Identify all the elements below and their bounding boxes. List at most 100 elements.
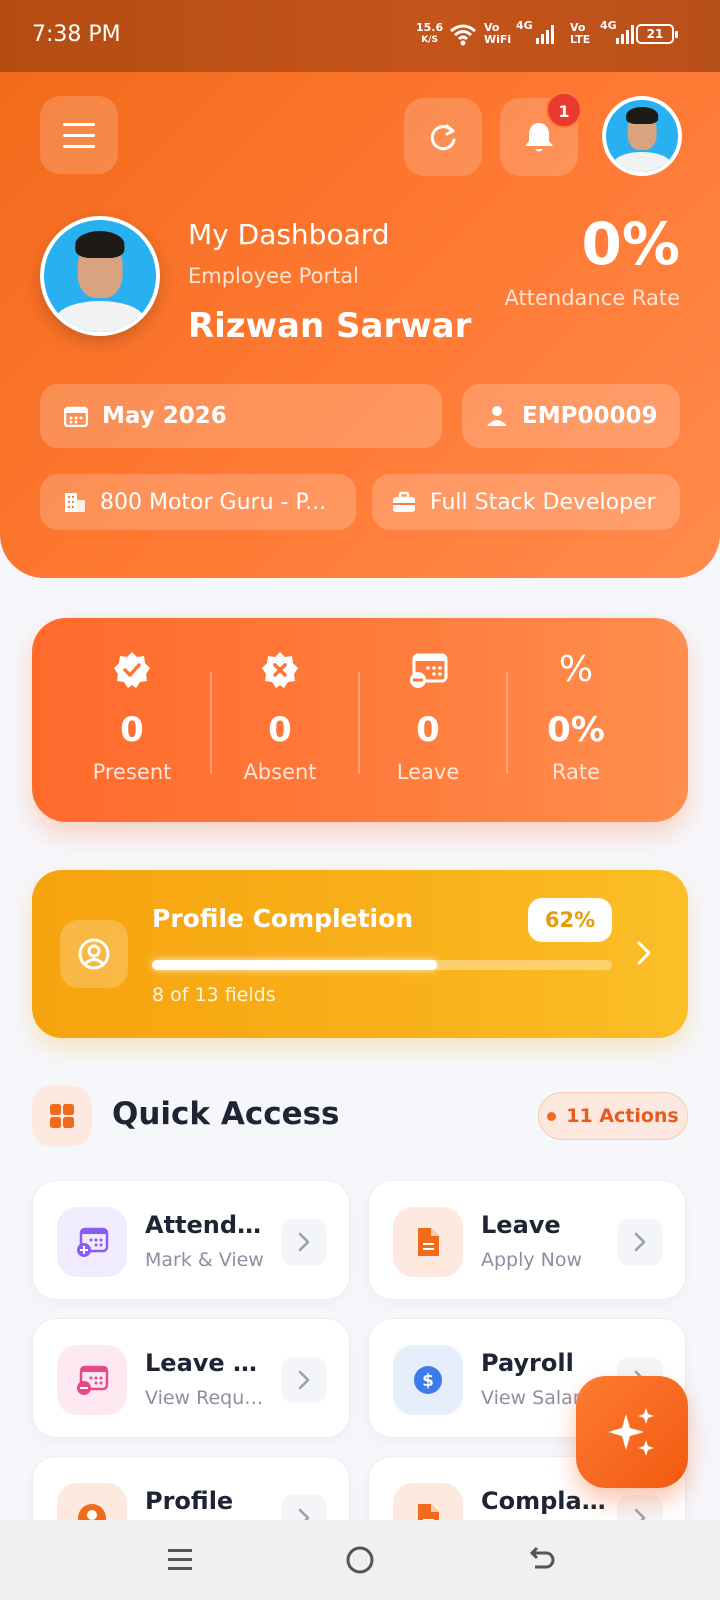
percent-icon: % bbox=[558, 649, 594, 690]
chevron-right-icon bbox=[281, 1219, 327, 1265]
stat-absent: 0 Absent bbox=[206, 618, 354, 822]
profile-progress-fill bbox=[152, 960, 438, 970]
designation-pill: Full Stack Developer bbox=[372, 474, 680, 530]
signal-icon bbox=[616, 24, 634, 44]
profile-fields-count: 8 of 13 fields bbox=[152, 984, 276, 1006]
net-speed: 15.6 K/S bbox=[416, 21, 444, 46]
status-bar: 7:38 PM 15.6 K/S Vo WiFi 4G Vo LTE 4G 21 bbox=[0, 0, 720, 72]
ai-assistant-button[interactable] bbox=[576, 1376, 688, 1488]
dollar-icon: $ bbox=[393, 1345, 463, 1415]
tile-subtitle: Mark & View bbox=[145, 1249, 264, 1271]
system-nav-bar bbox=[0, 1520, 720, 1600]
tile-subtitle: View Reque... bbox=[145, 1387, 271, 1409]
profile-completion-card[interactable]: Profile Completion 62% 8 of 13 fields bbox=[32, 870, 688, 1038]
grid-icon bbox=[32, 1086, 92, 1146]
profile-completion-percent: 62% bbox=[528, 898, 612, 942]
battery-icon: 21 bbox=[636, 24, 678, 44]
profile-avatar-button[interactable] bbox=[602, 96, 682, 176]
calendar-minus-icon bbox=[410, 653, 448, 688]
briefcase-icon bbox=[392, 491, 416, 513]
chevron-right-icon bbox=[637, 941, 651, 965]
recent-apps-button[interactable] bbox=[160, 1540, 200, 1580]
tile-attendance[interactable]: Attenda... Mark & View bbox=[32, 1180, 350, 1300]
rate-label: Rate bbox=[551, 760, 601, 784]
chevron-right-icon bbox=[281, 1357, 327, 1403]
employee-id-pill: EMP00009 bbox=[462, 384, 680, 448]
rate-value: 0% bbox=[547, 710, 605, 750]
leave-count: 0 bbox=[416, 710, 440, 750]
tile-title: Complai... bbox=[481, 1487, 607, 1515]
calendar-icon bbox=[64, 405, 88, 427]
month-selector[interactable]: May 2026 bbox=[40, 384, 442, 448]
calendar-minus-icon bbox=[57, 1345, 127, 1415]
company-name: 800 Motor Guru - P... bbox=[100, 489, 327, 515]
recent-apps-icon bbox=[168, 1549, 192, 1570]
attendance-stats-card: 0 Present 0 Absent 0 Leave % 0% Rate bbox=[32, 618, 688, 822]
hamburger-icon-line bbox=[63, 144, 95, 148]
dashboard-subtitle: Employee Portal bbox=[188, 264, 360, 288]
absent-label: Absent bbox=[243, 760, 317, 784]
tile-title: Leave bbox=[481, 1211, 561, 1239]
employee-photo bbox=[40, 216, 160, 336]
notification-count-badge: 1 bbox=[546, 92, 582, 128]
employee-name: Rizwan Sarwar bbox=[188, 306, 472, 346]
home-button[interactable] bbox=[340, 1540, 380, 1580]
user-icon bbox=[486, 405, 508, 427]
attendance-rate-label: Attendance Rate bbox=[504, 286, 681, 310]
refresh-icon bbox=[430, 124, 456, 151]
employee-id: EMP00009 bbox=[522, 403, 658, 429]
quick-access-title: Quick Access bbox=[112, 1096, 340, 1132]
tile-title: Profile bbox=[145, 1487, 234, 1515]
actions-count-label: 11 Actions bbox=[566, 1105, 679, 1127]
dot-icon bbox=[547, 1111, 557, 1121]
attendance-rate-value: 0% bbox=[581, 210, 680, 278]
hamburger-icon bbox=[63, 122, 95, 126]
sparkles-icon bbox=[608, 1408, 654, 1456]
signal-icon bbox=[536, 24, 554, 44]
volte-label: Vo LTE bbox=[570, 21, 591, 46]
designation: Full Stack Developer bbox=[430, 489, 656, 515]
document-icon bbox=[393, 1207, 463, 1277]
bell-icon bbox=[525, 123, 553, 152]
check-badge-icon bbox=[114, 652, 150, 688]
dashboard-title: My Dashboard bbox=[188, 218, 390, 251]
tile-title: Payroll bbox=[481, 1349, 574, 1377]
home-circle-icon bbox=[346, 1546, 374, 1574]
present-label: Present bbox=[92, 760, 172, 784]
status-time: 7:38 PM bbox=[32, 22, 121, 47]
user-circle-icon bbox=[60, 920, 128, 988]
avatar-shirt bbox=[55, 300, 145, 332]
tile-title: Leave Hi... bbox=[145, 1349, 271, 1377]
stat-rate: % 0% Rate bbox=[502, 618, 650, 822]
profile-progress-bar bbox=[152, 960, 612, 970]
hamburger-icon-line bbox=[63, 133, 95, 137]
wifi-icon bbox=[450, 24, 476, 46]
stat-present: 0 Present bbox=[58, 618, 206, 822]
month-label: May 2026 bbox=[102, 403, 227, 429]
sim1-network: 4G bbox=[516, 19, 533, 32]
vowifi-label: Vo WiFi bbox=[484, 21, 512, 46]
x-badge-icon bbox=[262, 652, 298, 688]
leave-label: Leave bbox=[396, 760, 460, 784]
building-icon bbox=[64, 491, 86, 513]
stat-leave: 0 Leave bbox=[354, 618, 502, 822]
menu-button[interactable] bbox=[40, 96, 118, 174]
svg-text:$: $ bbox=[422, 1371, 434, 1391]
calendar-plus-icon bbox=[57, 1207, 127, 1277]
avatar-hair bbox=[626, 107, 658, 125]
tile-title: Attenda... bbox=[145, 1211, 271, 1239]
refresh-button[interactable] bbox=[404, 98, 482, 176]
back-icon bbox=[529, 1546, 555, 1569]
present-count: 0 bbox=[120, 710, 144, 750]
tile-leave[interactable]: Leave Apply Now bbox=[368, 1180, 686, 1300]
profile-completion-title: Profile Completion bbox=[152, 904, 414, 933]
company-pill: 800 Motor Guru - P... bbox=[40, 474, 356, 530]
tile-leave-history[interactable]: Leave Hi... View Reque... bbox=[32, 1318, 350, 1438]
avatar-hair bbox=[75, 231, 125, 259]
sim2-network: 4G bbox=[600, 19, 617, 32]
back-button[interactable] bbox=[520, 1540, 560, 1580]
tile-subtitle: Apply Now bbox=[481, 1249, 583, 1271]
absent-count: 0 bbox=[268, 710, 292, 750]
actions-count-badge: 11 Actions bbox=[538, 1092, 688, 1140]
chevron-right-icon bbox=[617, 1219, 663, 1265]
